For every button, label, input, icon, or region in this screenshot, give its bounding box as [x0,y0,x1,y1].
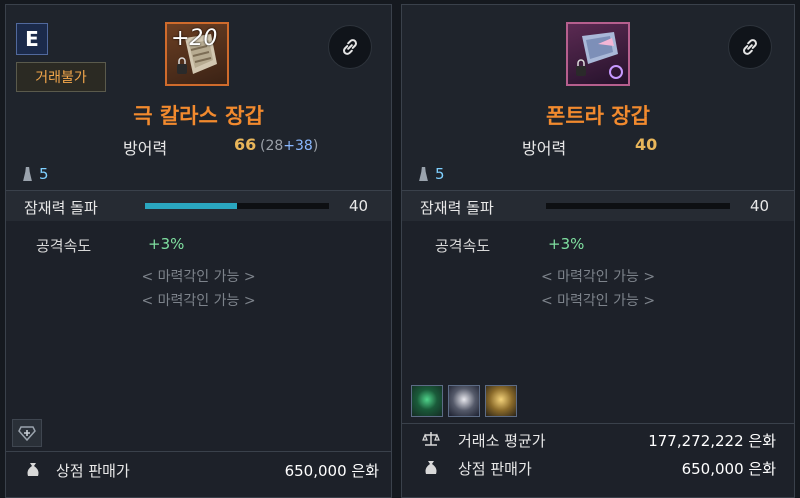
shop-price-row: 상점 판매가 650,000 은화 [6,456,391,484]
link-icon [743,39,757,55]
upgrade-level: +20 [171,26,218,51]
gauntlet-icon [576,32,623,79]
item-tier: 5 [22,165,49,183]
pawn-icon [23,167,32,181]
shop-price-label: 상점 판매가 [56,462,130,480]
engrave-slot-2: < 마력각인 가능 > [141,293,256,309]
defense-stat-row: 방어력 40 [402,135,794,158]
share-link-button[interactable] [728,25,772,69]
item-icon[interactable]: +20 [165,22,229,86]
pawn-icon [419,167,428,181]
market-avg-value: 177,272,222 은화 [648,432,776,450]
market-avg-label: 거래소 평균가 [458,432,546,450]
breakthrough-bar [145,203,329,209]
item-tier: 5 [418,165,445,183]
stat-bonus: +38 [283,138,313,154]
tradability-badge: 거래불가 [16,62,106,92]
silver-bag-icon [24,460,42,478]
breakthrough-row: 잠재력 돌파 40 [6,191,391,221]
link-icon [343,39,357,55]
stat-close: ) [312,138,319,154]
tier-value: 5 [39,165,49,183]
breakthrough-bar-fill [145,203,237,209]
breakthrough-value: 40 [750,197,770,215]
market-avg-row: 거래소 평균가 177,272,222 은화 [402,426,794,454]
engrave-slot-2: < 마력각인 가능 > [540,293,656,309]
effect-value: +3% [148,235,185,253]
stat-value: 66 [234,135,257,154]
gem-slot-gold[interactable] [485,385,517,417]
grade-badge: E [16,23,48,55]
shop-price-row: 상점 판매가 650,000 은화 [402,454,794,482]
defense-stat-row: 방어력 66 (28+38) [6,135,391,158]
silver-bag-icon [422,458,440,476]
share-link-button[interactable] [328,25,372,69]
breakthrough-value: 40 [349,197,369,215]
item-tooltip-left: E 거래불가 +20 극 칼라스 장갑 방어력 66 (28+38) 5 잠재력… [5,4,392,498]
breakthrough-label: 잠재력 돌파 [24,199,98,217]
item-name: 폰트라 장갑 [546,104,650,128]
lock-icon [177,64,187,74]
item-tooltip-right: 폰트라 장갑 방어력 40 5 잠재력 돌파 40 공격속도 +3% < 마력각… [401,4,795,498]
effect-value: +3% [548,235,585,253]
gem-slot-green[interactable] [411,385,443,417]
gem-slot-silver[interactable] [448,385,480,417]
shop-price-label: 상점 판매가 [458,460,532,478]
divider [6,451,391,452]
scale-icon [422,430,440,448]
item-name: 극 칼라스 장갑 [133,104,264,128]
shop-price-value: 650,000 은화 [681,460,776,478]
shop-price-value: 650,000 은화 [284,462,379,480]
effect-label: 공격속도 [435,237,491,255]
lock-icon [576,66,586,76]
engrave-slot-1: < 마력각인 가능 > [540,269,656,285]
breakthrough-row: 잠재력 돌파 40 [402,191,794,221]
gem-add-icon [18,426,36,441]
effect-label: 공격속도 [36,237,92,255]
item-icon[interactable] [566,22,630,86]
stat-breakdown: (28+38) [260,138,318,154]
divider [402,423,794,424]
stat-label: 방어력 [522,139,567,158]
gem-add-button[interactable] [12,419,42,447]
engrave-slot-1: < 마력각인 가능 > [141,269,256,285]
stat-label: 방어력 [123,139,168,158]
stat-value: 40 [635,135,658,154]
tier-value: 5 [435,165,445,183]
breakthrough-bar [546,203,730,209]
breakthrough-label: 잠재력 돌파 [420,199,494,217]
stat-base: (28 [260,138,284,154]
